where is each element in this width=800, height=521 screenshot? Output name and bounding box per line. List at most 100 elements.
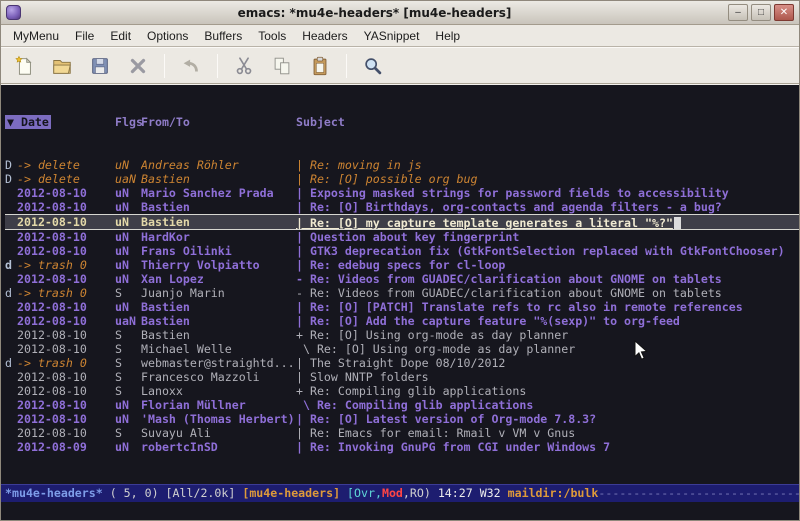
menu-mymenu[interactable]: MyMenu: [5, 25, 67, 46]
menu-help[interactable]: Help: [427, 25, 468, 46]
save-button[interactable]: [85, 51, 115, 80]
message-subject: + Re: [O] Using org-mode as day planner: [296, 328, 799, 342]
new-file-button[interactable]: [9, 51, 39, 80]
modeline-segment: 14:27 W32: [431, 486, 508, 500]
mode-line[interactable]: *mu4e-headers* ( 5, 0) [All/2.0k] [mu4e-…: [1, 484, 799, 502]
menu-headers[interactable]: Headers: [294, 25, 355, 46]
menu-options[interactable]: Options: [139, 25, 196, 46]
maximize-button[interactable]: □: [751, 4, 771, 21]
message-row[interactable]: D-> deleteuNAndreas Röhler| Re: moving i…: [5, 158, 799, 172]
message-subject: - Re: Videos from GUADEC/clarification a…: [296, 272, 799, 286]
scissors-icon: [233, 55, 255, 77]
message-flags: uN: [115, 215, 141, 229]
message-date: 2012-08-10: [17, 370, 115, 384]
message-row[interactable]: 2012-08-10SLanoxx+ Re: Compiling glib ap…: [5, 384, 799, 398]
modeline-segment: maildir:/bulk: [508, 486, 599, 500]
headers-list: D-> deleteuNAndreas Röhler| Re: moving i…: [5, 158, 799, 454]
message-subject: | Re: [O] possible org bug: [296, 172, 799, 186]
message-row[interactable]: d-> trash 0SJuanjo Marin- Re: Videos fro…: [5, 286, 799, 300]
message-flags: uN: [115, 440, 141, 454]
toolbar-separator: [217, 54, 218, 78]
menu-buffers[interactable]: Buffers: [196, 25, 250, 46]
message-mark: [5, 384, 17, 398]
message-flags: uN: [115, 258, 141, 272]
menu-file[interactable]: File: [67, 25, 102, 46]
message-from: Juanjo Marin: [141, 286, 296, 300]
message-subject: | Re: [O] my capture template generates …: [296, 215, 799, 229]
message-mark: [5, 328, 17, 342]
minimize-button[interactable]: –: [728, 4, 748, 21]
close-x-icon: [127, 55, 149, 77]
message-date: -> trash 0: [17, 286, 115, 300]
message-from: Mario Sanchez Prada: [141, 186, 296, 200]
message-row[interactable]: d-> trash 0Swebmaster@straightd...| The …: [5, 356, 799, 370]
message-mark: [5, 412, 17, 426]
message-from: Suvayu Ali: [141, 426, 296, 440]
menu-tools[interactable]: Tools: [250, 25, 294, 46]
message-from: Florian Müllner: [141, 398, 296, 412]
message-from: webmaster@straightd...: [141, 356, 296, 370]
message-from: HardKor: [141, 230, 296, 244]
message-from: Thierry Volpiatto: [141, 258, 296, 272]
message-from: Andreas Röhler: [141, 158, 296, 172]
message-mark: [5, 398, 17, 412]
message-row[interactable]: 2012-08-10uNHardKor| Question about key …: [5, 230, 799, 244]
message-row[interactable]: 2012-08-09uNrobertcInSD| Re: Invoking Gn…: [5, 440, 799, 454]
window-title: emacs: *mu4e-headers* [mu4e-headers]: [21, 6, 728, 20]
message-row[interactable]: 2012-08-10uNFlorian Müllner \ Re: Compil…: [5, 398, 799, 412]
emacs-icon: [6, 5, 21, 20]
minibuffer[interactable]: [1, 502, 799, 520]
message-mark: [5, 440, 17, 454]
message-row[interactable]: 2012-08-10uNBastien| Re: [O] my capture …: [5, 214, 799, 230]
message-flags: uaN: [115, 172, 141, 186]
message-from: Frans Oilinki: [141, 244, 296, 258]
window-controls: – □ ✕: [728, 4, 794, 21]
message-row[interactable]: 2012-08-10uNXan Lopez- Re: Videos from G…: [5, 272, 799, 286]
message-date: 2012-08-10: [17, 215, 115, 229]
cut-button[interactable]: [229, 51, 259, 80]
title-bar[interactable]: emacs: *mu4e-headers* [mu4e-headers] – □…: [1, 1, 799, 25]
sort-column-date[interactable]: ▼ Date: [5, 115, 51, 129]
message-row[interactable]: 2012-08-10uNFrans Oilinki| GTK3 deprecat…: [5, 244, 799, 258]
copy-button[interactable]: [267, 51, 297, 80]
toolbar-separator: [346, 54, 347, 78]
paste-button[interactable]: [305, 51, 335, 80]
undo-button[interactable]: [176, 51, 206, 80]
message-flags: uN: [115, 300, 141, 314]
message-row[interactable]: 2012-08-10SFrancesco Mazzoli| Slow NNTP …: [5, 370, 799, 384]
column-from[interactable]: From/To: [141, 115, 296, 130]
open-file-button[interactable]: [47, 51, 77, 80]
close-buffer-button[interactable]: [123, 51, 153, 80]
message-date: 2012-08-10: [17, 200, 115, 214]
search-button[interactable]: [358, 51, 388, 80]
message-row[interactable]: 2012-08-10SSuvayu Ali| Re: Emacs for ema…: [5, 426, 799, 440]
message-row[interactable]: d-> trash 0uNThierry Volpiatto| Re: edeb…: [5, 258, 799, 272]
message-from: Bastien: [141, 328, 296, 342]
close-button[interactable]: ✕: [774, 4, 794, 21]
message-date: 2012-08-10: [17, 412, 115, 426]
message-date: 2012-08-10: [17, 426, 115, 440]
message-row[interactable]: 2012-08-10uNMario Sanchez Prada| Exposin…: [5, 186, 799, 200]
modeline-segment: ----------------------------------------…: [598, 486, 799, 500]
message-flags: S: [115, 384, 141, 398]
message-row[interactable]: 2012-08-10uNBastien| Re: [O] [PATCH] Tra…: [5, 300, 799, 314]
message-subject: \ Re: Compiling glib applications: [296, 398, 799, 412]
column-subject[interactable]: Subject: [296, 115, 799, 130]
headers-column-header[interactable]: ▼ Date FlgsFrom/ToSubject: [5, 115, 799, 130]
message-date: 2012-08-10: [17, 272, 115, 286]
column-flags[interactable]: Flgs: [115, 115, 141, 130]
message-date: -> delete: [17, 172, 115, 186]
message-row[interactable]: 2012-08-10uNBastien| Re: [O] Birthdays, …: [5, 200, 799, 214]
message-row[interactable]: 2012-08-10SBastien+ Re: [O] Using org-mo…: [5, 328, 799, 342]
message-row[interactable]: 2012-08-10uN'Mash (Thomas Herbert)| Re: …: [5, 412, 799, 426]
emacs-window: emacs: *mu4e-headers* [mu4e-headers] – □…: [0, 0, 800, 521]
message-row[interactable]: 2012-08-10uaNBastien| Re: [O] Add the ca…: [5, 314, 799, 328]
menu-edit[interactable]: Edit: [102, 25, 139, 46]
message-subject: + Re: Compiling glib applications: [296, 384, 799, 398]
menu-yasnippet[interactable]: YASnippet: [356, 25, 428, 46]
message-flags: uaN: [115, 314, 141, 328]
message-flags: uN: [115, 398, 141, 412]
message-row[interactable]: D-> deleteuaNBastien| Re: [O] possible o…: [5, 172, 799, 186]
message-subject: \ Re: [O] Using org-mode as day planner: [296, 342, 799, 356]
message-row[interactable]: 2012-08-10SMichael Welle \ Re: [O] Using…: [5, 342, 799, 356]
